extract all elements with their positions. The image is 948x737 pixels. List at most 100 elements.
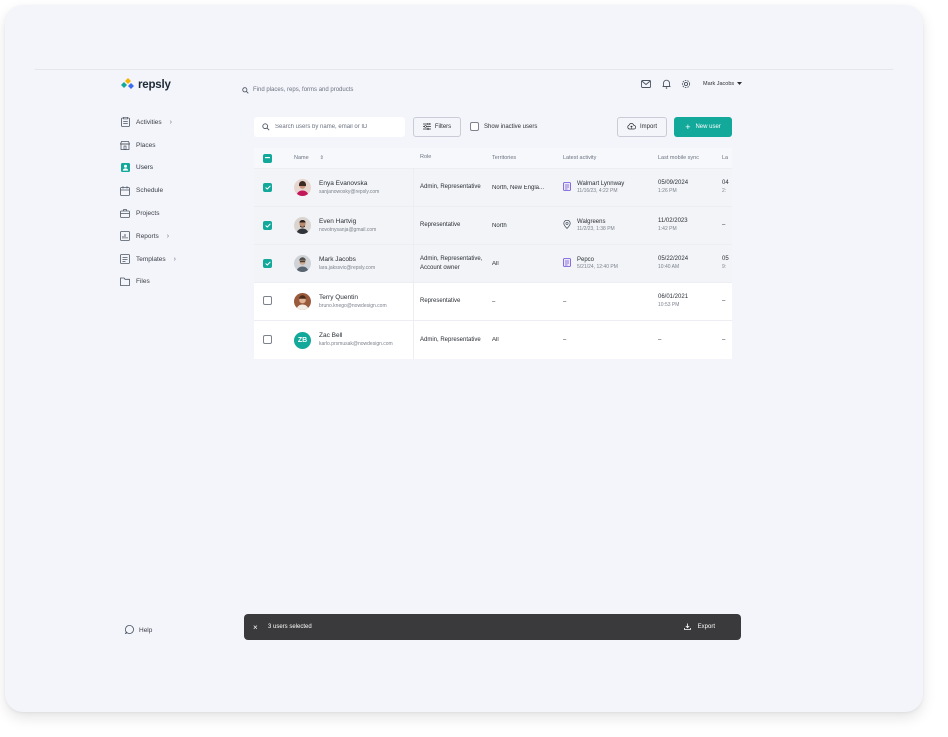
role-cell: Admin, Representative, Account owner [420, 255, 483, 271]
pin-icon [563, 219, 571, 231]
user-name[interactable]: Mark Jacobs [319, 256, 375, 265]
sidebar-item-places[interactable]: Places [120, 134, 230, 157]
table-row[interactable]: Terry Quentin bruno.knego@nowdesign.com R… [254, 283, 732, 321]
mail-icon[interactable] [640, 78, 652, 90]
row-checkbox-cell [254, 259, 288, 268]
template-icon [120, 254, 130, 265]
filters-button[interactable]: Filters [413, 117, 461, 137]
users-toolbar: Filters Show inactive users Import + New… [254, 117, 732, 137]
column-territories[interactable]: Territories [486, 155, 557, 161]
latest-activity-cell[interactable]: Pepco 5/21/24, 12:40 PM [557, 256, 652, 271]
sidebar-item-files[interactable]: Files [120, 271, 230, 294]
global-search[interactable]: Find places, reps, forms and products [242, 81, 353, 99]
activity-place: – [563, 337, 567, 343]
import-button[interactable]: Import [617, 117, 667, 137]
user-name[interactable]: Enya Evanovska [319, 180, 379, 189]
row-checkbox[interactable] [263, 334, 272, 344]
column-last-sync[interactable]: Last mobile sync [652, 154, 718, 162]
latest-activity-cell[interactable]: Walgreens 11/2/23, 1:38 PM [557, 218, 652, 233]
sync-time: 1:26 PM [658, 188, 677, 195]
truncated-cell: – [718, 336, 732, 345]
row-checkbox[interactable] [263, 296, 272, 305]
export-button[interactable]: Export [683, 623, 715, 632]
column-truncated[interactable]: La [718, 154, 732, 162]
truncated-sub: 9: [722, 264, 727, 271]
sidebar-item-activities[interactable]: Activities › [120, 111, 230, 134]
user-icon [120, 163, 130, 173]
row-checkbox-cell [254, 221, 288, 230]
sidebar-item-label: Users [136, 164, 153, 172]
user-name-cell: Enya Evanovska sanjanowosky@repsly.com [288, 169, 414, 206]
table-row[interactable]: Even Hartvig novotnysanja@gmail.com Repre… [254, 207, 732, 245]
territories-cell: North [492, 222, 507, 229]
row-checkbox-checked[interactable] [263, 221, 272, 230]
row-checkbox-checked[interactable] [263, 183, 272, 192]
sync-date: 06/01/2021 [658, 294, 689, 301]
logo-text: repsly [138, 79, 171, 91]
user-menu[interactable]: Mark Jacobs [703, 81, 743, 87]
global-search-placeholder[interactable]: Find places, reps, forms and products [253, 87, 353, 93]
activity-time: 11/2/23, 1:38 PM [577, 226, 615, 233]
latest-activity-cell: – [557, 299, 652, 305]
sidebar-item-templates[interactable]: Templates › [120, 248, 230, 271]
table-row[interactable]: Mark Jacobs lara.jakssvic@repsly.com Admi… [254, 245, 732, 283]
row-checkbox-cell [254, 334, 288, 346]
avatar-initials: ZB [294, 331, 311, 349]
new-user-button[interactable]: + New user [674, 117, 732, 137]
sidebar-item-schedule[interactable]: Schedule [120, 179, 230, 202]
help-link[interactable]: Help [124, 625, 152, 636]
search-icon [242, 81, 249, 99]
activity-time: 11/16/23, 4:22 PM [577, 188, 618, 195]
user-name[interactable]: Zac Bell [319, 332, 393, 341]
role-cell: Representative [420, 222, 461, 229]
truncated-value: – [722, 222, 726, 228]
column-label: Name [294, 155, 309, 161]
close-icon[interactable]: × [253, 623, 261, 632]
sidebar-item-label: Files [136, 278, 150, 286]
selection-bar: × 3 users selected Export [244, 614, 741, 640]
new-user-label: New user [695, 124, 721, 130]
user-search-input[interactable] [275, 124, 400, 130]
show-inactive-checkbox[interactable] [470, 122, 479, 131]
column-latest-activity[interactable]: Latest activity [557, 155, 652, 161]
filters-label: Filters [434, 124, 452, 130]
folder-icon [120, 277, 130, 287]
sidebar-item-users[interactable]: Users [120, 157, 230, 180]
select-all-checkbox[interactable] [263, 153, 272, 163]
sidebar: Activities › Places Users Schedule Proje… [120, 111, 230, 293]
chart-icon [120, 231, 130, 242]
sidebar-item-projects[interactable]: Projects [120, 202, 230, 225]
sync-date: – [658, 336, 662, 343]
user-name-cell: ZB Zac Bell karlo.prsmusak@nowdesign.com [288, 321, 414, 359]
selected-count: 3 users selected [268, 624, 312, 630]
plus-icon: + [685, 121, 691, 132]
avatar [294, 255, 311, 272]
sort-icon[interactable]: ⇕ [320, 155, 324, 161]
activity-place: Walmart Lynnway [577, 181, 625, 188]
column-role[interactable]: Role [414, 154, 486, 162]
row-checkbox-checked[interactable] [263, 259, 272, 268]
sync-date: 11/02/2023 [658, 218, 688, 225]
bell-icon[interactable] [660, 78, 672, 90]
user-name: Mark Jacobs [703, 81, 735, 87]
import-label: Import [639, 124, 657, 130]
user-name[interactable]: Even Hartvig [319, 218, 376, 227]
sidebar-item-reports[interactable]: Reports › [120, 225, 230, 248]
truncated-sub: 2: [722, 188, 727, 195]
gear-icon[interactable] [680, 78, 692, 90]
table-row[interactable]: ZB Zac Bell karlo.prsmusak@nowdesign.com … [254, 321, 732, 359]
truncated-cell: 05 9: [718, 255, 732, 272]
sync-time: 1:42 PM [658, 226, 677, 233]
user-name[interactable]: Terry Quentin [319, 294, 387, 303]
sync-date: 05/22/2024 [658, 256, 689, 263]
show-inactive-toggle[interactable]: Show inactive users [470, 122, 537, 131]
export-label: Export [697, 624, 715, 630]
repsly-logo[interactable]: repsly [120, 78, 171, 92]
store-icon [120, 140, 130, 150]
latest-activity-cell[interactable]: Walmart Lynnway 11/16/23, 4:22 PM [557, 180, 652, 195]
table-row[interactable]: Enya Evanovska sanjanowosky@repsly.com Ad… [254, 169, 732, 207]
column-name[interactable]: Name ⇕ [288, 148, 414, 168]
user-search-box[interactable] [254, 117, 405, 137]
chevron-right-icon: › [173, 255, 176, 263]
sidebar-item-label: Templates [136, 255, 166, 263]
